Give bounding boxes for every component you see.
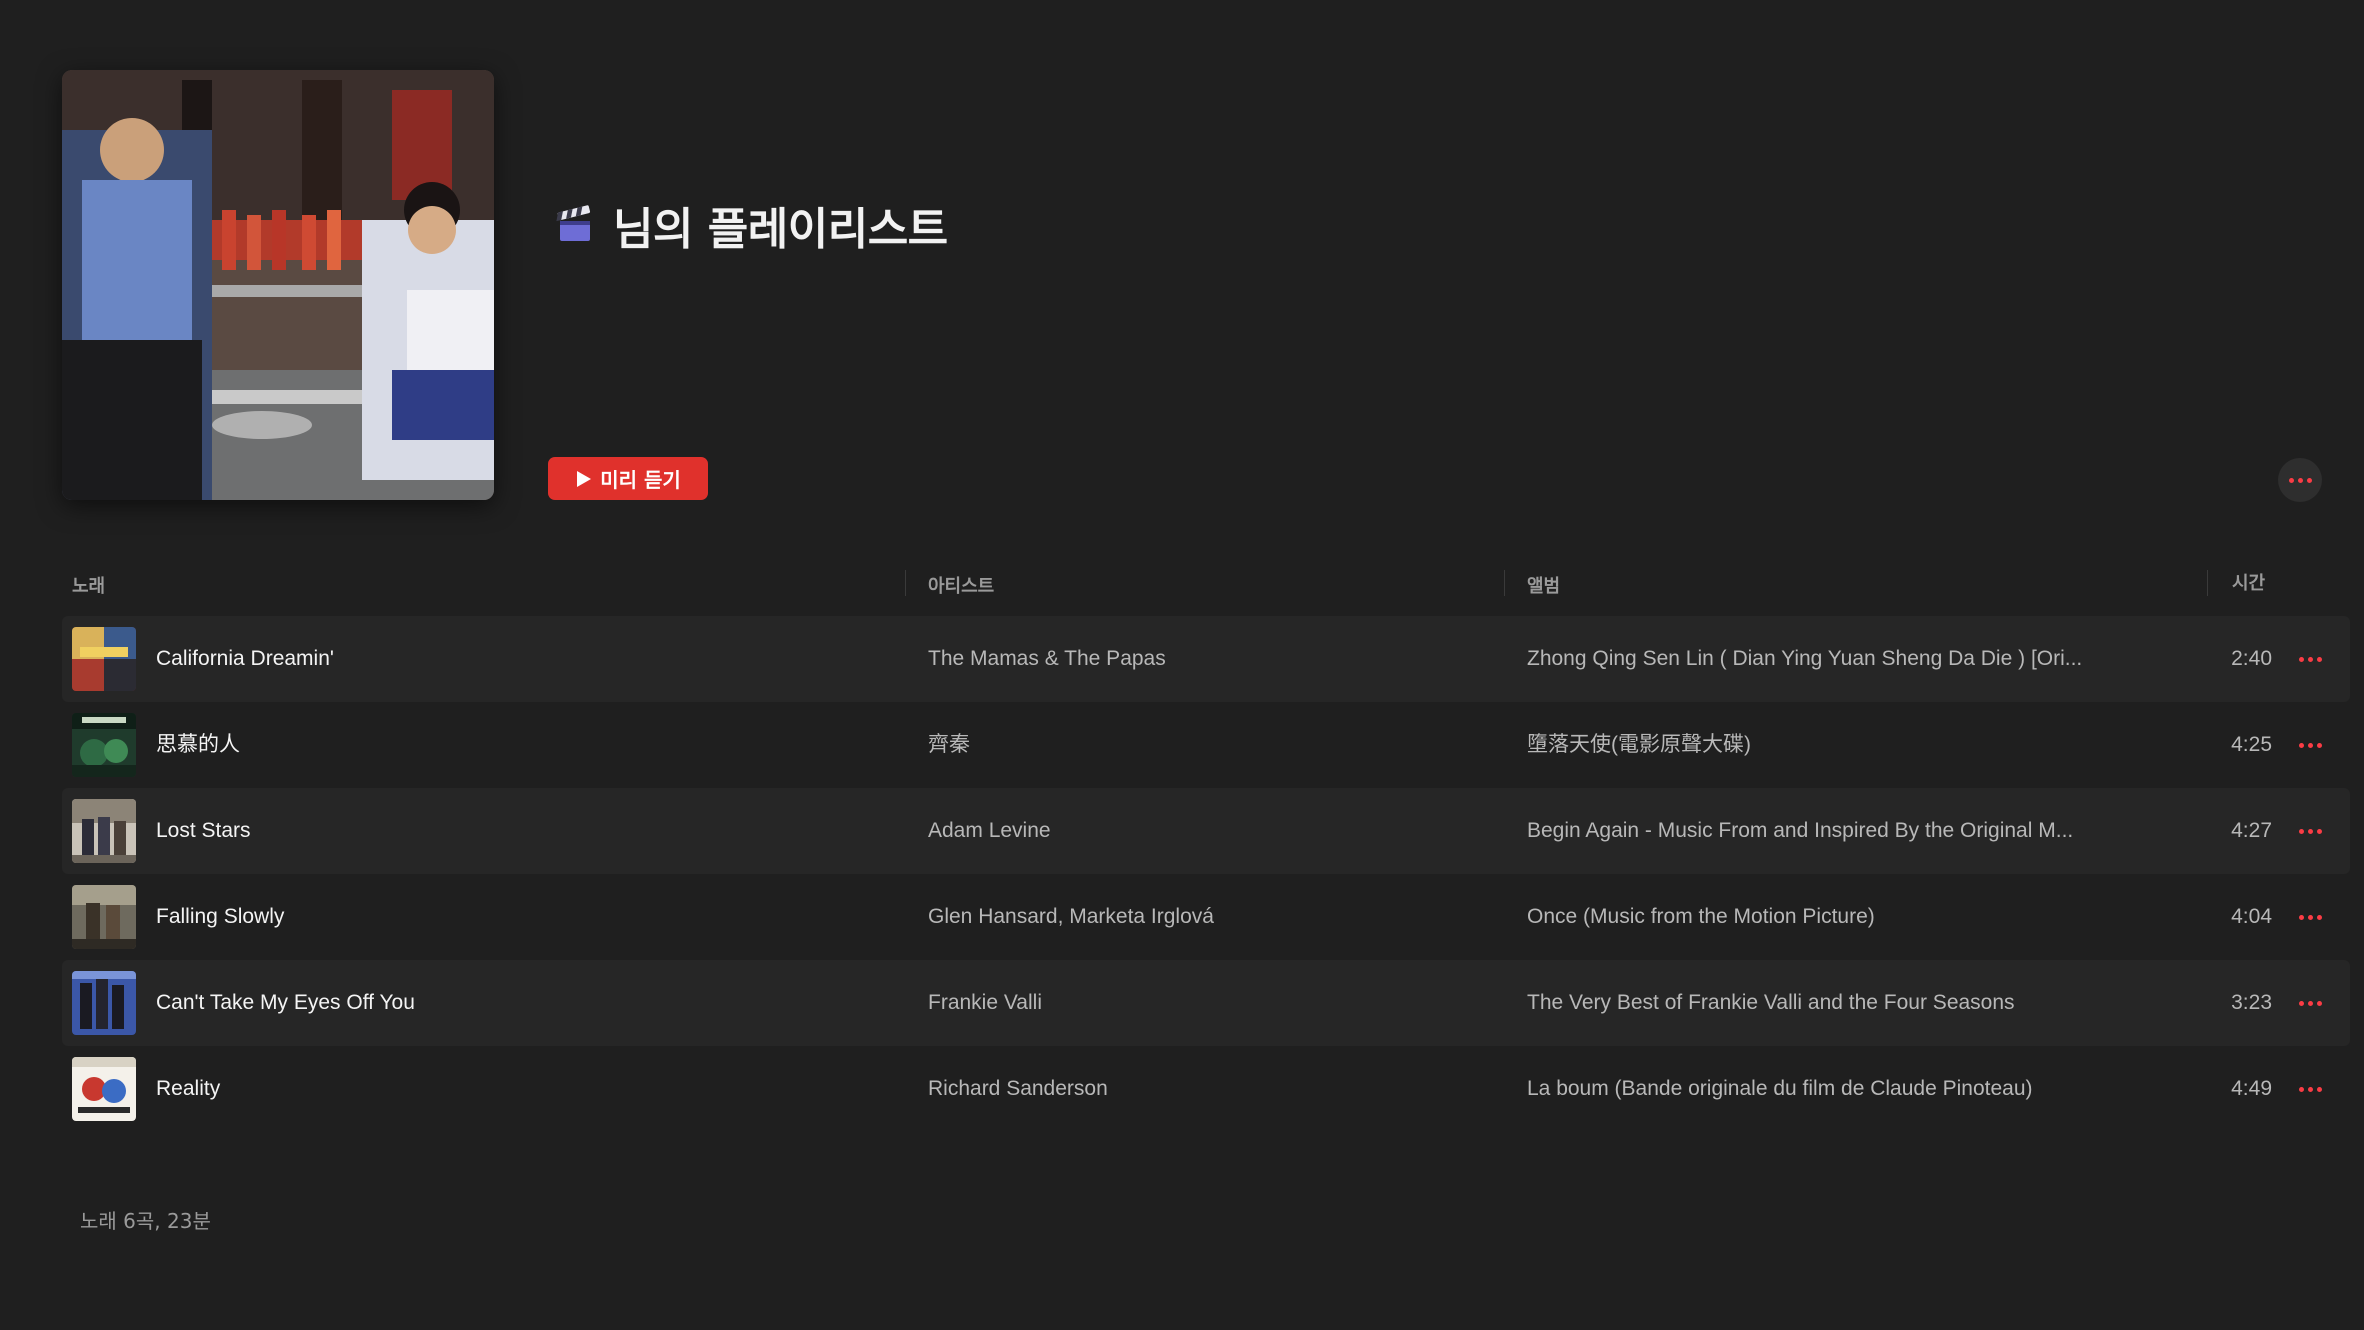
track-more-button[interactable] <box>2290 1074 2330 1104</box>
track-duration: 2:40 <box>2231 647 2272 670</box>
track-more-button[interactable] <box>2290 816 2330 846</box>
more-icon <box>2298 828 2322 834</box>
more-icon <box>2288 477 2312 483</box>
track-title: California Dreamin' <box>156 647 334 670</box>
column-divider[interactable] <box>2207 570 2208 596</box>
track-row[interactable]: Can't Take My Eyes Off You Frankie Valli… <box>62 960 2350 1046</box>
track-title: Lost Stars <box>156 819 251 842</box>
track-list: California Dreamin' The Mamas & The Papa… <box>62 616 2350 1132</box>
track-artist[interactable]: 齊秦 <box>928 702 1488 788</box>
track-row[interactable]: Reality Richard Sanderson La boum (Bande… <box>62 1046 2350 1132</box>
track-more-button[interactable] <box>2290 730 2330 760</box>
track-row[interactable]: 思慕的人 齊秦 墮落天使(電影原聲大碟) 4:25 <box>62 702 2350 788</box>
track-table-header: 노래 아티스트 앨범 시간 <box>62 560 2350 608</box>
more-icon <box>2298 656 2322 662</box>
track-artist[interactable]: Glen Hansard, Marketa Irglová <box>928 874 1488 960</box>
playlist-title-row: 님의 플레이리스트 <box>555 190 948 260</box>
clapper-board-icon <box>556 205 591 241</box>
playlist-title: 님의 플레이리스트 <box>613 204 948 255</box>
album-art-thumbnail <box>72 971 136 1035</box>
track-title: 思慕的人 <box>156 733 240 756</box>
track-artist[interactable]: Frankie Valli <box>928 960 1488 1046</box>
track-artist[interactable]: The Mamas & The Papas <box>928 616 1488 702</box>
track-row[interactable]: Falling Slowly Glen Hansard, Marketa Irg… <box>62 874 2350 960</box>
track-duration: 4:49 <box>2231 1077 2272 1100</box>
preview-button-label: 미리 듣기 <box>600 468 681 492</box>
play-icon <box>577 470 592 487</box>
track-more-button[interactable] <box>2290 988 2330 1018</box>
preview-button[interactable]: 미리 듣기 <box>548 457 708 500</box>
playlist-summary: 노래 6곡, 23분 <box>80 1209 211 1233</box>
playlist-more-button[interactable] <box>2278 458 2322 502</box>
column-divider[interactable] <box>1504 570 1505 596</box>
more-icon <box>2298 1086 2322 1092</box>
track-row[interactable]: California Dreamin' The Mamas & The Papa… <box>62 616 2350 702</box>
track-album[interactable]: The Very Best of Frankie Valli and the F… <box>1527 960 2167 1046</box>
track-title: Reality <box>156 1077 221 1100</box>
album-art-thumbnail <box>72 627 136 691</box>
track-duration: 4:27 <box>2231 819 2272 842</box>
column-divider[interactable] <box>905 570 906 596</box>
track-title: Falling Slowly <box>156 905 285 928</box>
track-title: Can't Take My Eyes Off You <box>156 991 415 1014</box>
album-art-thumbnail <box>72 1057 136 1121</box>
column-header-artist[interactable]: 아티스트 <box>928 572 994 598</box>
track-album[interactable]: Zhong Qing Sen Lin ( Dian Ying Yuan Shen… <box>1527 616 2167 702</box>
column-header-song[interactable]: 노래 <box>72 572 105 598</box>
more-icon <box>2298 914 2322 920</box>
album-art-thumbnail <box>72 713 136 777</box>
track-more-button[interactable] <box>2290 644 2330 674</box>
playlist-cover-art <box>62 70 494 500</box>
track-row[interactable]: Lost Stars Adam Levine Begin Again - Mus… <box>62 788 2350 874</box>
more-icon <box>2298 1000 2322 1006</box>
playlist-page: 님의 플레이리스트 미리 듣기 노래 아티스트 앨범 시간 California… <box>0 0 2364 1330</box>
track-artist[interactable]: Richard Sanderson <box>928 1046 1488 1132</box>
more-icon <box>2298 742 2322 748</box>
album-art-thumbnail <box>72 799 136 863</box>
track-album[interactable]: La boum (Bande originale du film de Clau… <box>1527 1046 2167 1132</box>
album-art-thumbnail <box>72 885 136 949</box>
track-album[interactable]: Once (Music from the Motion Picture) <box>1527 874 2167 960</box>
track-duration: 4:04 <box>2231 905 2272 928</box>
column-header-album[interactable]: 앨범 <box>1527 572 1560 598</box>
track-album[interactable]: 墮落天使(電影原聲大碟) <box>1527 702 2167 788</box>
column-header-time[interactable]: 시간 <box>2232 569 2265 595</box>
track-album[interactable]: Begin Again - Music From and Inspired By… <box>1527 788 2167 874</box>
track-artist[interactable]: Adam Levine <box>928 788 1488 874</box>
track-duration: 3:23 <box>2231 991 2272 1014</box>
track-more-button[interactable] <box>2290 902 2330 932</box>
track-duration: 4:25 <box>2231 733 2272 756</box>
